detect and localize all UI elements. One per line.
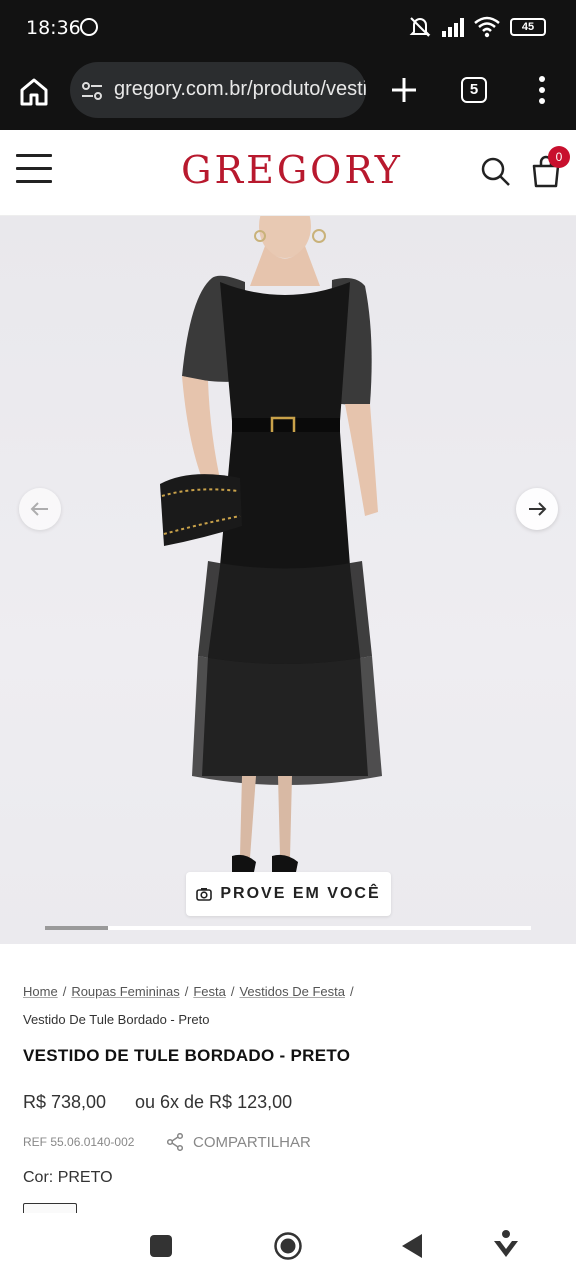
breadcrumb-current: Vestido De Tule Bordado - Preto xyxy=(23,1012,210,1027)
site-header: GREGORY xyxy=(0,130,576,216)
arrow-left-icon xyxy=(30,502,48,516)
color-swatch-preto[interactable] xyxy=(23,1203,77,1213)
battery-icon: 45 xyxy=(510,18,546,36)
camera-icon xyxy=(196,888,213,901)
status-bar: 18:36 45 xyxy=(0,0,576,56)
arrow-right-icon xyxy=(529,502,547,516)
home-button-icon[interactable] xyxy=(273,1231,303,1261)
recent-apps-icon[interactable] xyxy=(150,1235,172,1257)
next-image-button[interactable] xyxy=(516,488,558,530)
clock: 18:36 xyxy=(26,17,81,39)
breadcrumb-festa[interactable]: Festa xyxy=(193,984,226,999)
signal-icon xyxy=(442,17,464,37)
share-label: COMPARTILHAR xyxy=(193,1133,311,1151)
system-navigation-bar xyxy=(0,1213,576,1280)
breadcrumb-home[interactable]: Home xyxy=(23,984,58,999)
color-label: Cor: xyxy=(23,1169,54,1186)
product-ref: REF 55.06.0140-002 xyxy=(23,1135,135,1149)
previous-image-button[interactable] xyxy=(19,488,61,530)
mute-icon xyxy=(409,17,431,37)
try-on-label: PROVE EM VOCÊ xyxy=(220,885,381,902)
carousel-progress xyxy=(45,926,531,930)
breadcrumb-roupas-femininas[interactable]: Roupas Femininas xyxy=(71,984,179,999)
back-icon[interactable] xyxy=(400,1232,424,1260)
breadcrumb-vestidos-de-festa[interactable]: Vestidos De Festa xyxy=(239,984,345,999)
search-icon[interactable] xyxy=(480,156,512,188)
cart-count-badge: 0 xyxy=(548,146,570,168)
product-photo xyxy=(160,216,382,872)
address-bar[interactable]: gregory.com.br/produto/vestido-de-tule-b… xyxy=(70,62,366,118)
color-value: PRETO xyxy=(57,1169,113,1186)
product-title: VESTIDO DE TULE BORDADO - PRETO xyxy=(23,1046,351,1065)
wifi-icon xyxy=(474,16,500,38)
hamburger-menu-icon[interactable] xyxy=(16,154,52,186)
try-on-button[interactable]: PROVE EM VOCÊ xyxy=(186,872,391,916)
carousel-progress-fill xyxy=(45,926,109,930)
share-button[interactable]: COMPARTILHAR xyxy=(167,1133,311,1151)
menu-icon[interactable] xyxy=(536,74,548,106)
home-icon[interactable] xyxy=(18,76,50,108)
color-row: Cor: PRETO xyxy=(23,1169,113,1187)
breadcrumb: Home / Roupas Femininas / Festa / Vestidos De … xyxy=(23,978,543,1034)
product-price: R$ 738,00 xyxy=(23,1092,107,1112)
site-settings-icon[interactable] xyxy=(80,80,104,102)
share-icon xyxy=(167,1133,183,1151)
installments-text: ou 6x de R$ 123,00 xyxy=(135,1092,293,1112)
browser-toolbar: gregory.com.br/produto/vestido-de-tule-b… xyxy=(0,56,576,130)
url-text[interactable]: gregory.com.br/produto/vestido-de-tule-b… xyxy=(114,78,366,101)
product-image-carousel[interactable]: PROVE EM VOCÊ xyxy=(0,216,576,944)
status-icons: 45 xyxy=(408,16,546,38)
whatsapp-icon xyxy=(80,18,98,36)
new-tab-icon[interactable] xyxy=(390,76,418,104)
accessibility-icon[interactable] xyxy=(492,1229,520,1261)
tabs-icon[interactable]: 5 xyxy=(461,77,487,103)
brand-logo[interactable]: GREGORY xyxy=(178,148,406,192)
